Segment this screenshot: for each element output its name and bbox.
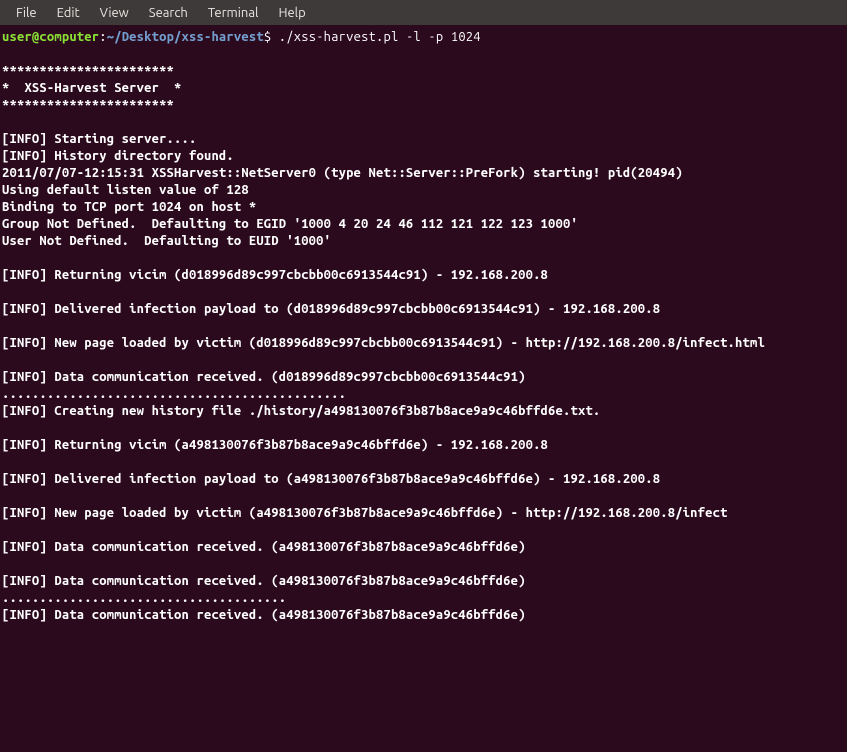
prompt-user-host: user@computer [2,30,99,44]
terminal-output: ************************ XSS-Harvest Ser… [2,46,845,624]
output-line [2,46,845,63]
output-line [2,114,845,131]
output-line: [INFO] New page loaded by victim (d01899… [2,335,845,352]
menu-file[interactable]: File [6,2,47,24]
menu-search[interactable]: Search [139,2,198,24]
output-line: [INFO] Starting server.... [2,131,845,148]
output-line [2,522,845,539]
prompt-path: ~/Desktop/xss-harvest [107,30,264,44]
menu-terminal[interactable]: Terminal [198,2,269,24]
output-line: * XSS-Harvest Server * [2,80,845,97]
output-line: *********************** [2,63,845,80]
output-line: ...................................... [2,590,845,607]
output-line: User Not Defined. Defaulting to EUID '10… [2,233,845,250]
menu-edit[interactable]: Edit [47,2,90,24]
output-line [2,454,845,471]
output-line [2,488,845,505]
output-line: Group Not Defined. Defaulting to EGID '1… [2,216,845,233]
menu-help[interactable]: Help [268,2,315,24]
output-line [2,556,845,573]
prompt-command: ./xss-harvest.pl -l -p 1024 [279,30,481,44]
output-line: [INFO] Data communication received. (a49… [2,573,845,590]
output-line [2,352,845,369]
output-line [2,318,845,335]
output-line: *********************** [2,97,845,114]
output-line: [INFO] History directory found. [2,148,845,165]
output-line: [INFO] Creating new history file ./histo… [2,403,845,420]
output-line: [INFO] Data communication received. (a49… [2,607,845,624]
output-line [2,250,845,267]
output-line: 2011/07/07-12:15:31 XSSHarvest::NetServe… [2,165,845,182]
output-line: [INFO] Returning vicim (d018996d89c997cb… [2,267,845,284]
menu-view[interactable]: View [90,2,139,24]
menubar: File Edit View Search Terminal Help [0,0,847,25]
output-line: [INFO] Returning vicim (a498130076f3b87b… [2,437,845,454]
terminal-prompt-line: user@computer:~/Desktop/xss-harvest$ ./x… [2,29,845,46]
output-line: [INFO] Delivered infection payload to (d… [2,301,845,318]
output-line: [INFO] New page loaded by victim (a49813… [2,505,845,522]
output-line: Using default listen value of 128 [2,182,845,199]
output-line [2,284,845,301]
output-line: [INFO] Data communication received. (d01… [2,369,845,386]
output-line: Binding to TCP port 1024 on host * [2,199,845,216]
terminal-body[interactable]: user@computer:~/Desktop/xss-harvest$ ./x… [0,25,847,628]
output-line: [INFO] Delivered infection payload to (a… [2,471,845,488]
output-line: ........................................… [2,386,845,403]
output-line [2,420,845,437]
output-line: [INFO] Data communication received. (a49… [2,539,845,556]
